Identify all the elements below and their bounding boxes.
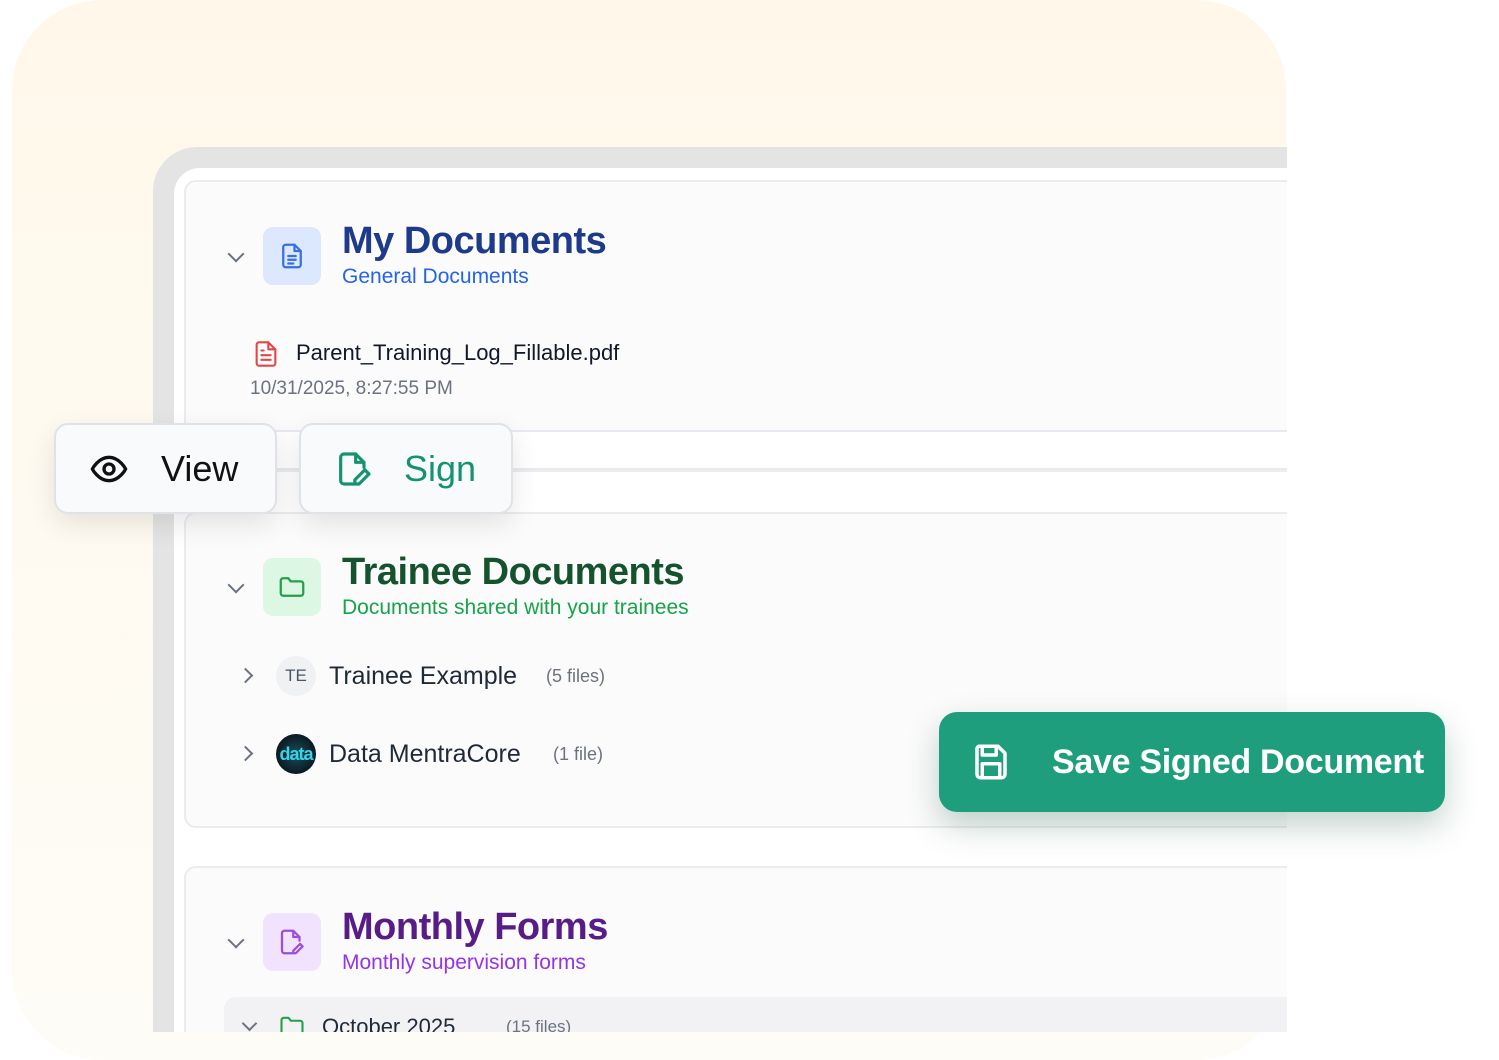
pdf-file-icon	[252, 339, 280, 374]
eye-icon	[89, 449, 129, 489]
view-button[interactable]: View	[54, 423, 277, 514]
avatar-image-text: data	[279, 743, 313, 764]
save-button-label: Save Signed Document	[1052, 742, 1424, 781]
save-signed-document-button[interactable]: Save Signed Document	[939, 712, 1445, 812]
save-icon	[970, 741, 1012, 783]
avatar: TE	[276, 656, 316, 696]
document-icon	[263, 227, 321, 285]
monthly-forms-title: Monthly Forms	[342, 906, 608, 948]
trainee-documents-title: Trainee Documents	[342, 551, 685, 593]
trainee-row-name[interactable]: Trainee Example	[329, 661, 517, 691]
trainee-row-count: (5 files)	[546, 666, 606, 686]
edit-document-icon	[263, 913, 321, 971]
monthly-forms-subtitle: Monthly supervision forms	[342, 951, 586, 974]
month-folder-name[interactable]: October 2025	[322, 1012, 455, 1032]
sign-button[interactable]: Sign	[299, 423, 513, 514]
trainee-row-count: (1 file)	[553, 744, 604, 764]
trainee-row-name[interactable]: Data MentraCore	[329, 739, 521, 769]
sign-button-label: Sign	[404, 447, 477, 489]
folder-icon	[263, 558, 321, 616]
file-name-link[interactable]: Parent_Training_Log_Fillable.pdf	[296, 340, 619, 366]
file-date: 10/31/2025, 8:27:55 PM	[250, 378, 453, 399]
avatar-initials: TE	[285, 666, 307, 685]
view-button-label: View	[161, 447, 239, 489]
sign-document-icon	[334, 449, 374, 489]
app-viewport: My Documents General Documents Parent_Tr…	[0, 0, 1287, 1032]
avatar: data	[276, 734, 316, 774]
trainee-documents-subtitle: Documents shared with your trainees	[342, 596, 689, 619]
month-folder-count: (15 files)	[506, 1017, 572, 1032]
folder-icon	[276, 1012, 308, 1032]
my-documents-subtitle: General Documents	[342, 265, 529, 288]
my-documents-title: My Documents	[342, 220, 607, 262]
